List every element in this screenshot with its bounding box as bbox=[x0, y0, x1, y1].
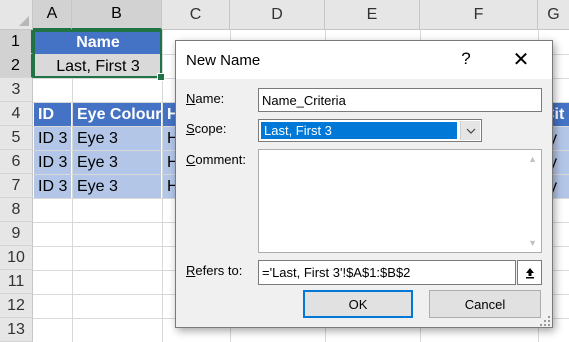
row-header-3[interactable]: 3 bbox=[0, 78, 33, 102]
select-all-corner[interactable] bbox=[0, 0, 33, 30]
ok-button[interactable]: OK bbox=[303, 290, 413, 318]
dialog-title: New Name bbox=[186, 52, 261, 69]
scope-selected-value: Last, First 3 bbox=[261, 122, 457, 139]
cancel-button[interactable]: Cancel bbox=[429, 290, 541, 318]
row-header-9[interactable]: 9 bbox=[0, 222, 33, 246]
chevron-down-icon[interactable] bbox=[460, 121, 480, 140]
table-cell[interactable]: Eye 3 bbox=[73, 175, 161, 198]
scroll-down-icon[interactable]: ▼ bbox=[528, 238, 537, 248]
column-header-f[interactable]: F bbox=[420, 0, 538, 30]
cell-name-value[interactable]: Last, First 3 bbox=[35, 55, 161, 78]
table-cell[interactable]: ID 3 bbox=[34, 151, 71, 174]
column-header-c[interactable]: C bbox=[162, 0, 230, 30]
table-header-eye-colour[interactable]: Eye Colour bbox=[73, 103, 161, 126]
row-header-4[interactable]: 4 bbox=[0, 102, 33, 126]
new-name-dialog: New Name ? ✕ Name: Name_Criteria Scope: … bbox=[175, 40, 553, 328]
row-header-8[interactable]: 8 bbox=[0, 198, 33, 222]
row-header-13[interactable]: 13 bbox=[0, 318, 33, 342]
scroll-up-icon[interactable]: ▲ bbox=[528, 154, 537, 164]
table-cell[interactable]: ID 3 bbox=[34, 175, 71, 198]
collapse-dialog-icon[interactable] bbox=[517, 260, 542, 285]
scope-label: Scope: bbox=[186, 121, 227, 136]
comment-scrollbar[interactable]: ▲ ▼ bbox=[522, 150, 541, 252]
scope-select[interactable]: Last, First 3 bbox=[258, 119, 482, 142]
row-header-5[interactable]: 5 bbox=[0, 126, 33, 150]
table-cell[interactable]: Eye 3 bbox=[73, 127, 161, 150]
column-header-g[interactable]: G bbox=[538, 0, 569, 30]
refers-to-input[interactable]: ='Last, First 3'!$A$1:$B$2 bbox=[258, 260, 516, 285]
row-header-2[interactable]: 2 bbox=[0, 54, 33, 78]
comment-textarea[interactable]: ▲ ▼ bbox=[258, 149, 542, 253]
name-label: Name: bbox=[186, 91, 225, 106]
column-header-e[interactable]: E bbox=[325, 0, 420, 30]
row-header-11[interactable]: 11 bbox=[0, 270, 33, 294]
resize-grip-icon[interactable] bbox=[539, 314, 551, 326]
table-cell[interactable]: Eye 3 bbox=[73, 151, 161, 174]
column-header-b[interactable]: B bbox=[72, 0, 162, 30]
row-header-6[interactable]: 6 bbox=[0, 150, 33, 174]
row-header-7[interactable]: 7 bbox=[0, 174, 33, 198]
dialog-titlebar[interactable]: New Name ? ✕ bbox=[176, 41, 552, 79]
cell-name-header[interactable]: Name bbox=[35, 31, 161, 54]
column-header-d[interactable]: D bbox=[230, 0, 325, 30]
table-header-id[interactable]: ID bbox=[34, 103, 71, 126]
row-header-10[interactable]: 10 bbox=[0, 246, 33, 270]
close-button[interactable]: ✕ bbox=[509, 47, 533, 72]
fill-handle[interactable] bbox=[157, 73, 165, 81]
row-header-1[interactable]: 1 bbox=[0, 30, 33, 54]
row-header-12[interactable]: 12 bbox=[0, 294, 33, 318]
table-cell[interactable]: ID 3 bbox=[34, 127, 71, 150]
name-input[interactable]: Name_Criteria bbox=[258, 88, 542, 112]
comment-label: Comment: bbox=[186, 152, 246, 167]
help-button[interactable]: ? bbox=[456, 49, 476, 69]
column-header-a[interactable]: A bbox=[33, 0, 72, 30]
refers-to-label: Refers to: bbox=[186, 263, 243, 278]
